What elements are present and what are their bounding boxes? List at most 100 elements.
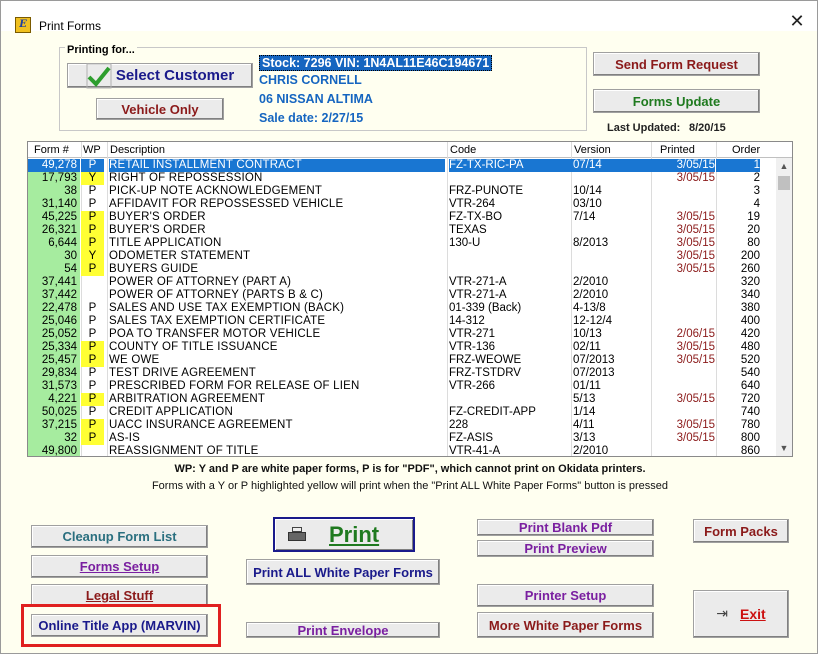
forms-update-button[interactable]: Forms Update xyxy=(593,89,760,113)
cell-printed: 3/05/15 xyxy=(676,432,715,444)
customer-name: CHRIS CORNELL xyxy=(259,73,362,87)
forms-grid[interactable]: Form # WP Description Code Version Print… xyxy=(27,141,793,457)
table-row[interactable]: 54 P BUYERS GUIDE 3/05/15 260 xyxy=(28,263,776,276)
cell-printed xyxy=(653,185,715,198)
cell-wp xyxy=(81,276,104,289)
cell-form-number: 49,278 xyxy=(28,159,80,172)
scroll-down-icon[interactable]: ▼ xyxy=(776,440,792,456)
table-row[interactable]: 50,025 P CREDIT APPLICATION FZ-CREDIT-APP 1/… xyxy=(28,406,776,419)
scroll-thumb[interactable] xyxy=(778,176,790,190)
table-row[interactable]: 29,834 P TEST DRIVE AGREEMENT FRZ-TSTDRV 07/… xyxy=(28,367,776,380)
cell-order: 400 xyxy=(740,315,760,327)
forms-setup-button[interactable]: Forms Setup xyxy=(31,555,208,578)
table-row[interactable]: 4,221 P ARBITRATION AGREEMENT 5/13 3/05/15 72… xyxy=(28,393,776,406)
table-row[interactable]: 25,052 P POA TO TRANSFER MOTOR VEHICLE VTR-… xyxy=(28,328,776,341)
highlight-annotation-box xyxy=(21,604,221,647)
window-title: Print Forms xyxy=(39,19,102,33)
grid-scrollbar[interactable]: ▲ ▼ xyxy=(776,158,792,456)
table-row[interactable]: 25,046 P SALES TAX EXEMPTION CERTIFICATE 14… xyxy=(28,315,776,328)
table-row[interactable]: 22,478 P SALES AND USE TAX EXEMPTION (BACK… xyxy=(28,302,776,315)
table-row[interactable]: 25,457 P WE OWE FRZ-WEOWE 07/2013 3/05/15 520 xyxy=(28,354,776,367)
cell-order: 340 xyxy=(740,289,760,301)
cell-version: 1/14 xyxy=(573,406,596,418)
form-packs-button[interactable]: Form Packs xyxy=(693,519,789,543)
header-version[interactable]: Version xyxy=(574,143,611,157)
cell-description: BUYERS GUIDE xyxy=(109,263,199,275)
cleanup-form-list-button[interactable]: Cleanup Form List xyxy=(31,525,208,548)
table-row[interactable]: 45,225 P BUYER'S ORDER FZ-TX-BO 7/14 3/05/15 1… xyxy=(28,211,776,224)
cell-wp: P xyxy=(88,406,97,418)
table-row[interactable]: 49,800 REASSIGNMENT OF TITLE VTR-41-A 2/201… xyxy=(28,445,776,457)
cell-description: PRESCRIBED FORM FOR RELEASE OF LIEN xyxy=(109,380,360,392)
form-packs-label: Form Packs xyxy=(704,523,778,539)
cell-form-number: 32 xyxy=(28,432,80,445)
cell-wp: P xyxy=(81,419,104,432)
select-customer-button[interactable]: Select Customer xyxy=(67,63,253,88)
cell-form-number: 30 xyxy=(28,250,80,263)
scroll-up-icon[interactable]: ▲ xyxy=(776,158,792,174)
legal-stuff-label: Legal Stuff xyxy=(85,588,154,603)
cell-version: 07/14 xyxy=(573,159,653,172)
printer-setup-button[interactable]: Printer Setup xyxy=(477,584,654,607)
cell-order: 1 xyxy=(716,159,760,172)
cell-printed xyxy=(653,198,715,211)
more-white-paper-forms-button[interactable]: More White Paper Forms xyxy=(477,612,654,638)
cell-order: 19 xyxy=(747,211,760,223)
cell-code: 14-312 xyxy=(449,315,485,327)
title-bar: E Print Forms ✕ xyxy=(1,1,817,33)
table-row[interactable]: 31,140 P AFFIDAVIT FOR REPOSSESSED VEHICLE… xyxy=(28,198,776,211)
cell-version: 3/13 xyxy=(573,432,596,444)
cell-printed: 3/05/15 xyxy=(676,237,715,249)
cell-order: 320 xyxy=(740,276,760,288)
last-updated-value: 8/20/15 xyxy=(689,122,726,134)
cell-description: TITLE APPLICATION xyxy=(109,237,222,249)
cell-printed: 3/05/15 xyxy=(676,393,715,405)
table-row[interactable]: 38 P PICK-UP NOTE ACKNOWLEDGEMENT FRZ-PUNOT… xyxy=(28,185,776,198)
more-white-paper-forms-label: More White Paper Forms xyxy=(488,617,643,633)
print-blank-pdf-button[interactable]: Print Blank Pdf xyxy=(477,519,654,536)
forms-update-label: Forms Update xyxy=(632,93,721,109)
table-row[interactable]: 37,215 P UACC INSURANCE AGREEMENT 228 4/11 3/… xyxy=(28,419,776,432)
header-wp[interactable]: WP xyxy=(83,143,101,157)
exit-button[interactable]: ⇥ Exit xyxy=(693,590,789,638)
table-row[interactable]: 32 P AS-IS FZ-ASIS 3/13 3/05/15 800 xyxy=(28,432,776,445)
cell-form-number: 25,046 xyxy=(28,315,80,328)
cell-code xyxy=(449,250,573,263)
header-order[interactable]: Order xyxy=(732,143,760,157)
cell-wp: Y xyxy=(81,250,104,263)
print-envelope-button[interactable]: Print Envelope xyxy=(246,622,440,638)
cell-order: 200 xyxy=(740,250,760,262)
table-row[interactable]: 31,573 P PRESCRIBED FORM FOR RELEASE OF LI… xyxy=(28,380,776,393)
send-form-request-button[interactable]: Send Form Request xyxy=(593,52,760,76)
cell-order: 3 xyxy=(753,185,760,197)
vehicle-only-button[interactable]: Vehicle Only xyxy=(96,98,224,120)
cell-wp: P xyxy=(88,380,97,392)
header-description[interactable]: Description xyxy=(110,143,165,157)
wp-legend-note: WP: Y and P are white paper forms, P is … xyxy=(174,463,646,475)
print-all-white-paper-button[interactable]: Print ALL White Paper Forms xyxy=(246,559,440,585)
cell-version: 07/2013 xyxy=(573,354,615,366)
stock-vin-line[interactable]: Stock: 7296 VIN: 1N4AL11E46C194671 xyxy=(259,55,493,71)
header-printed[interactable]: Printed xyxy=(660,143,695,157)
table-row[interactable]: 37,442 POWER OF ATTORNEY (PARTS B & C) VTR… xyxy=(28,289,776,302)
header-form-number[interactable]: Form # xyxy=(34,143,69,157)
cell-wp: P xyxy=(81,341,104,354)
table-row[interactable]: 37,441 POWER OF ATTORNEY (PART A) VTR-271-… xyxy=(28,276,776,289)
cell-version: 12-12/4 xyxy=(573,315,613,327)
cell-printed: 3/05/15 xyxy=(676,224,715,236)
table-row[interactable]: 30 Y ODOMETER STATEMENT 3/05/15 200 xyxy=(28,250,776,263)
cell-version: 2/2010 xyxy=(573,445,609,457)
close-icon[interactable]: ✕ xyxy=(777,11,817,33)
table-row[interactable]: 25,334 P COUNTY OF TITLE ISSUANCE VTR-136 02… xyxy=(28,341,776,354)
cell-description: AS-IS xyxy=(109,432,141,444)
cell-code: VTR-136 xyxy=(449,341,496,353)
cell-version: 02/11 xyxy=(573,341,601,353)
print-preview-button[interactable]: Print Preview xyxy=(477,540,654,557)
table-row[interactable]: 6,644 P TITLE APPLICATION 130-U 8/2013 3/05/1… xyxy=(28,237,776,250)
table-row[interactable]: 17,793 Y RIGHT OF REPOSSESSION 3/05/15 2 xyxy=(28,172,776,185)
table-row[interactable]: 49,278 P RETAIL INSTALLMENT CONTRACT FZ-TX-… xyxy=(28,159,776,172)
header-code[interactable]: Code xyxy=(450,143,476,157)
table-row[interactable]: 26,321 P BUYER'S ORDER TEXAS 3/05/15 20 xyxy=(28,224,776,237)
print-button[interactable]: Print xyxy=(273,517,415,552)
cell-code: VTR-271 xyxy=(449,328,496,340)
